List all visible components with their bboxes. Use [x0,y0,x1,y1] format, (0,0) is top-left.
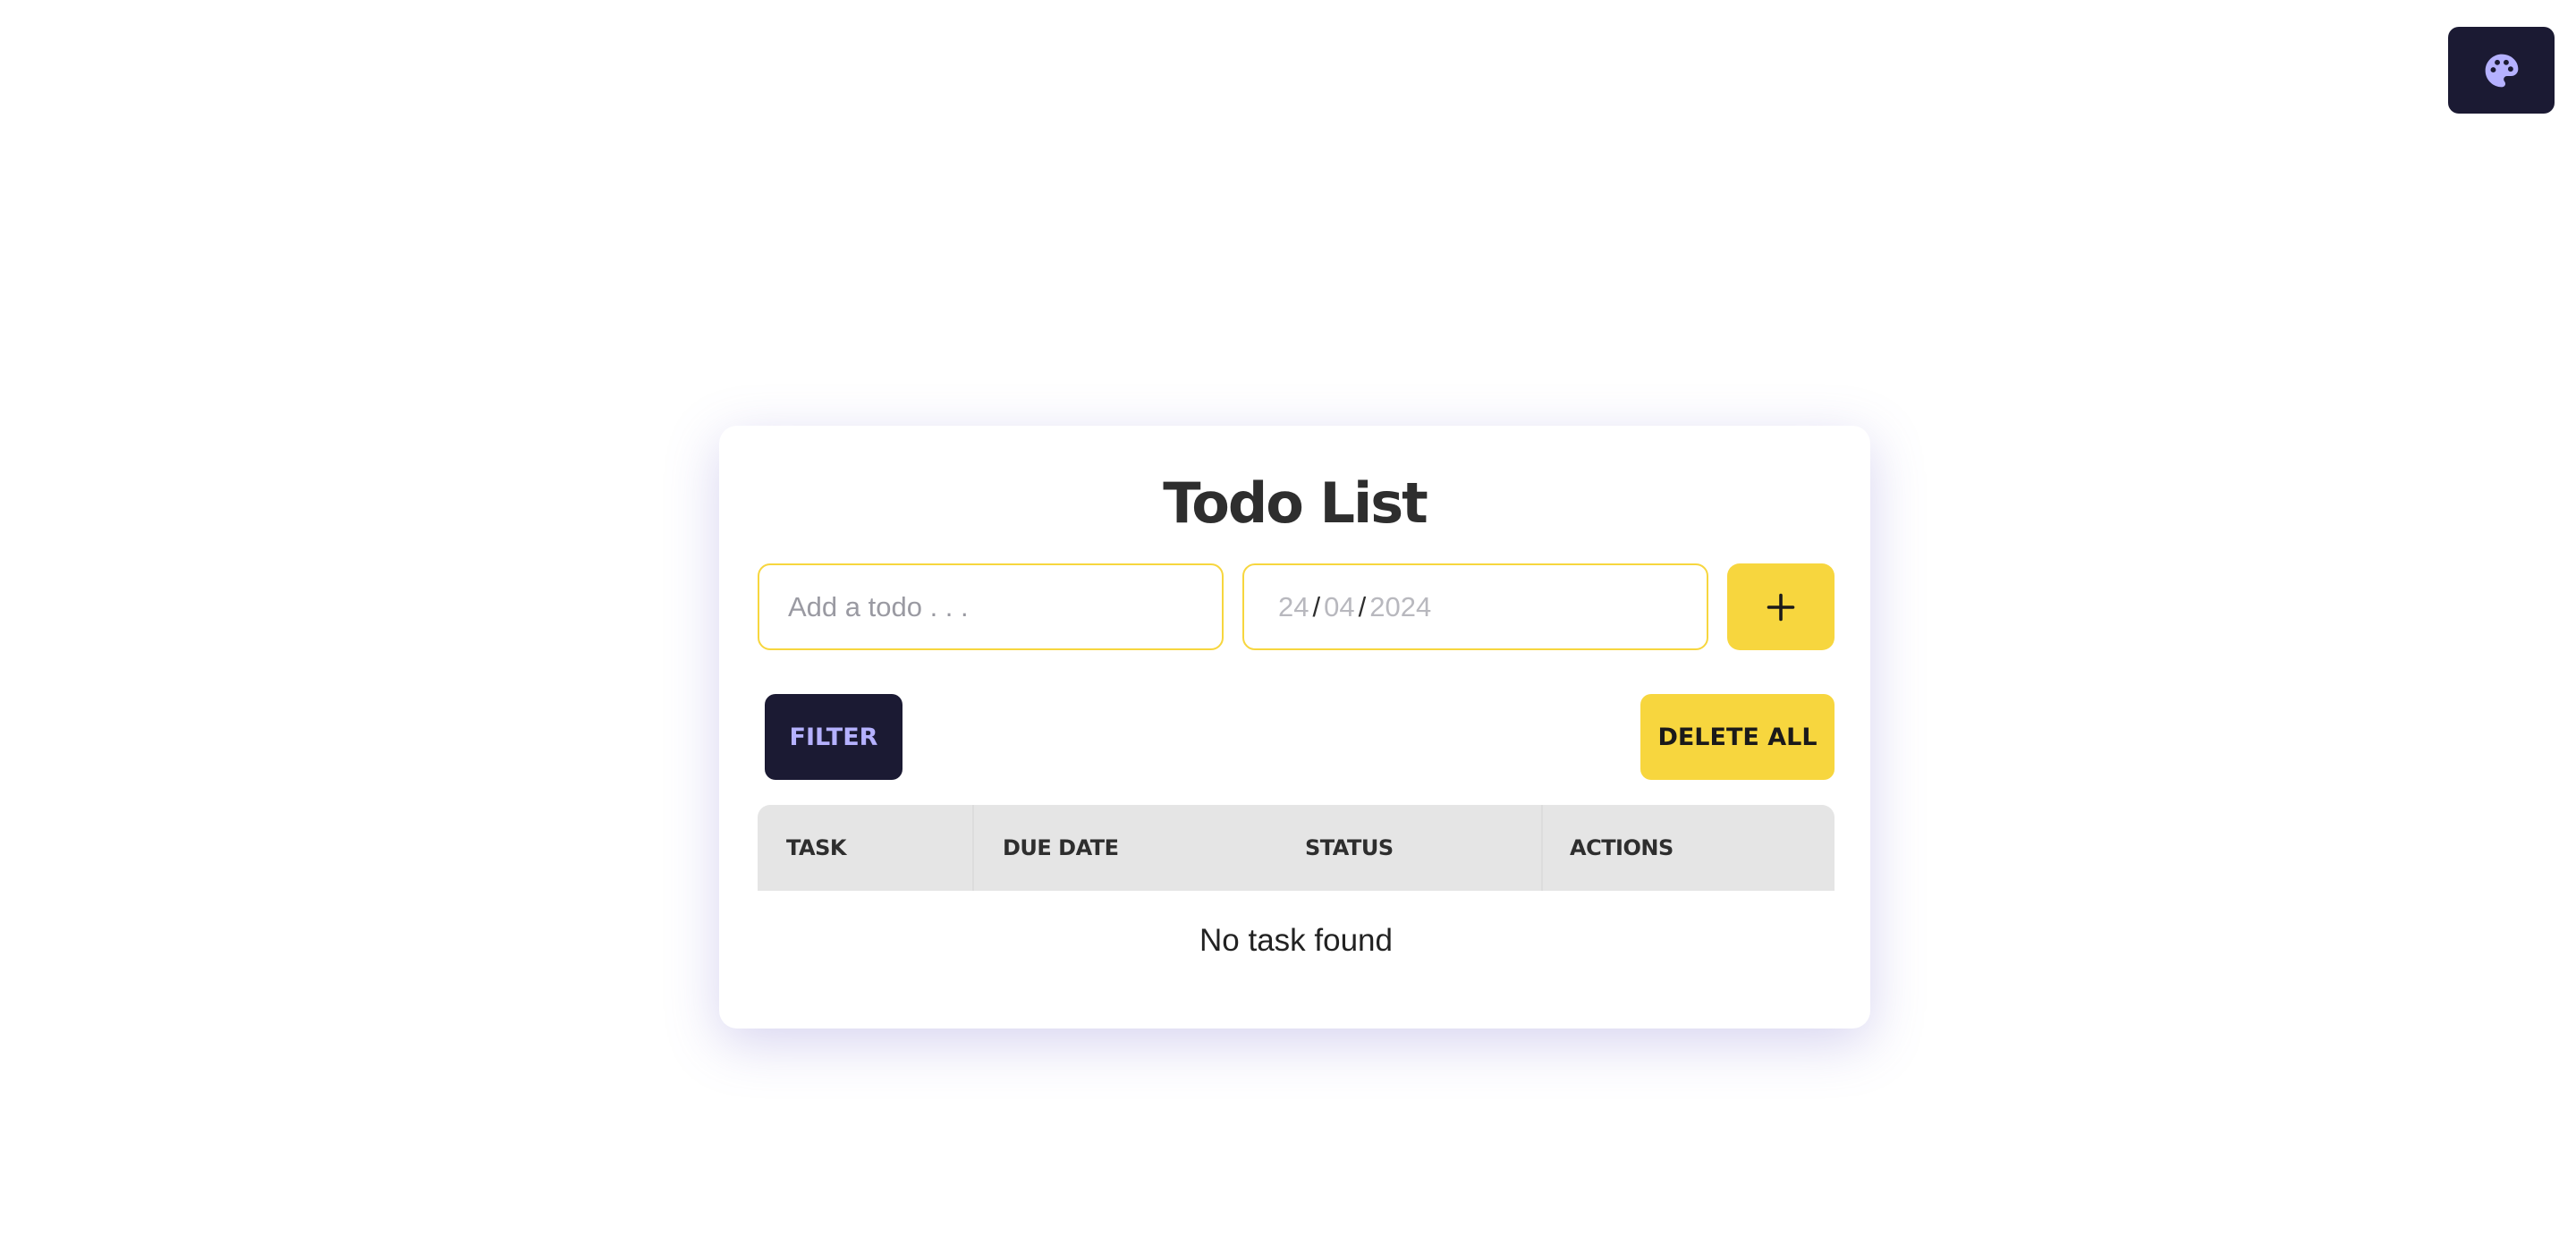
column-header-task: TASK [786,835,846,860]
date-separator: / [1312,590,1321,622]
column-header-actions: ACTIONS [1570,835,1674,860]
palette-icon [2485,54,2518,87]
empty-state-message: No task found [1199,923,1393,958]
todo-table: TASK DUE DATE STATUS ACTIONS No task fou… [758,805,1835,991]
column-divider [972,805,974,891]
delete-all-button[interactable]: DELETE ALL [1640,694,1835,780]
table-header: TASK DUE DATE STATUS ACTIONS [758,805,1835,891]
date-month[interactable]: 04 [1324,591,1354,623]
column-header-status: STATUS [1305,835,1394,860]
column-header-due-date: DUE DATE [1003,835,1119,860]
date-year[interactable]: 2024 [1369,591,1431,623]
theme-toggle-button[interactable] [2448,27,2555,114]
date-separator: / [1358,590,1367,622]
page-title: Todo List [1163,470,1428,536]
add-todo-button[interactable] [1727,563,1835,650]
todo-card: Todo List 24 / 04 / 2024 FILTER DELETE A… [719,426,1870,1029]
due-date-input[interactable]: 24 / 04 / 2024 [1242,563,1708,650]
filter-button[interactable]: FILTER [765,694,902,780]
date-day[interactable]: 24 [1278,591,1309,623]
plus-icon [1767,593,1795,621]
todo-input[interactable] [758,563,1224,650]
column-divider [1541,805,1543,891]
